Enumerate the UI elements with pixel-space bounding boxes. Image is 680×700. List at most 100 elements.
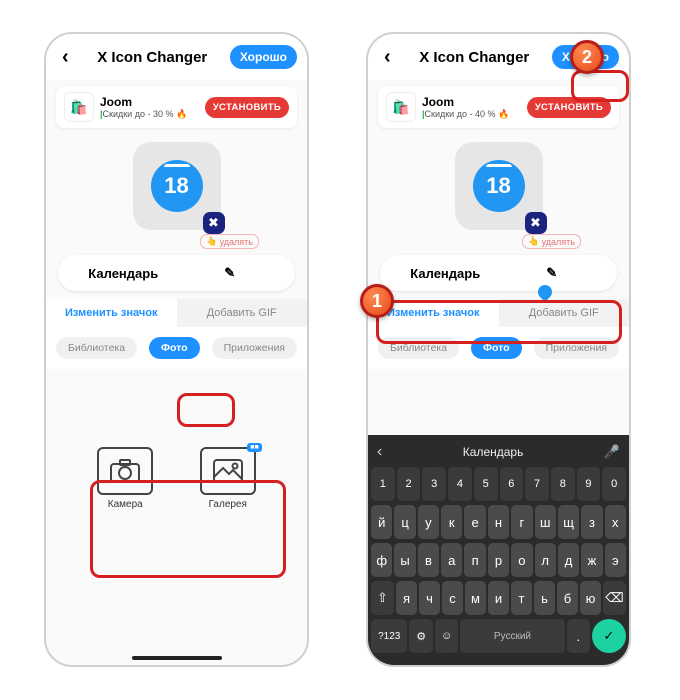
- ad-banner[interactable]: 🛍️ Joom |Скидки до - 40 % 🔥 УСТАНОВИТЬ: [378, 86, 619, 128]
- install-button[interactable]: УСТАНОВИТЬ: [527, 97, 611, 118]
- icon-preview[interactable]: 18 ✖: [455, 142, 543, 230]
- app-header: ‹ X Icon Changer Хорошо: [46, 34, 307, 80]
- tab-add-gif[interactable]: Добавить GIF: [177, 299, 308, 327]
- gallery-icon: ■■: [200, 447, 256, 495]
- phone-right: ‹ X Icon Changer Хорошо 🛍️ Joom |Скидки …: [366, 32, 631, 667]
- key-letter[interactable]: л: [535, 543, 556, 577]
- key-letter[interactable]: о: [511, 543, 532, 577]
- main-tabs: Изменить значок Добавить GIF: [46, 299, 307, 327]
- key-symbols[interactable]: ?123: [371, 619, 407, 653]
- key-letter[interactable]: с: [442, 581, 463, 615]
- tab-change-icon[interactable]: Изменить значок: [46, 299, 177, 327]
- kb-row-numbers: 1 2 3 4 5 6 7 8 9 0: [371, 467, 626, 501]
- key-letter[interactable]: щ: [558, 505, 579, 539]
- key-5[interactable]: 5: [474, 467, 498, 501]
- delete-chip[interactable]: 👆удалять: [522, 234, 581, 249]
- key-letter[interactable]: э: [605, 543, 626, 577]
- chip-apps[interactable]: Приложения: [534, 337, 619, 359]
- key-letter[interactable]: ч: [419, 581, 440, 615]
- main-tabs: Изменить значок Добавить GIF: [368, 299, 629, 327]
- key-letter[interactable]: х: [605, 505, 626, 539]
- key-letter[interactable]: я: [396, 581, 417, 615]
- key-emoji[interactable]: ☺: [435, 619, 458, 653]
- key-settings[interactable]: ⚙: [409, 619, 432, 653]
- back-button[interactable]: ‹: [56, 42, 75, 73]
- ad-subtitle: |Скидки до - 30 % 🔥: [100, 109, 205, 120]
- photo-options: Камера ■■ Галерея: [46, 427, 307, 530]
- chip-library[interactable]: Библиотека: [56, 337, 137, 359]
- icon-preview[interactable]: 18 ✖: [133, 142, 221, 230]
- key-letter[interactable]: н: [488, 505, 509, 539]
- key-6[interactable]: 6: [500, 467, 524, 501]
- key-letter[interactable]: г: [511, 505, 532, 539]
- key-dot[interactable]: .: [567, 619, 590, 653]
- camera-icon: [97, 447, 153, 495]
- key-letter[interactable]: б: [557, 581, 578, 615]
- edit-icon[interactable]: ✎: [177, 265, 284, 281]
- key-letter[interactable]: ь: [534, 581, 555, 615]
- keyboard-suggestion-bar: ‹ Календарь 🎤: [371, 441, 626, 467]
- key-letter[interactable]: т: [511, 581, 532, 615]
- key-0[interactable]: 0: [602, 467, 626, 501]
- ad-text: Joom |Скидки до - 40 % 🔥: [416, 95, 527, 120]
- app-name-field[interactable]: Календарь ✎: [380, 255, 617, 291]
- key-2[interactable]: 2: [397, 467, 421, 501]
- key-backspace[interactable]: ⌫: [603, 581, 626, 615]
- key-letter[interactable]: п: [464, 543, 485, 577]
- key-1[interactable]: 1: [371, 467, 395, 501]
- key-8[interactable]: 8: [551, 467, 575, 501]
- ad-banner[interactable]: 🛍️ Joom |Скидки до - 30 % 🔥 УСТАНОВИТЬ: [56, 86, 297, 128]
- edit-icon[interactable]: ✎: [499, 265, 606, 281]
- key-letter[interactable]: й: [371, 505, 392, 539]
- app-badge-icon: ✖: [525, 212, 547, 234]
- back-button[interactable]: ‹: [378, 42, 397, 73]
- kb-row-3: ⇧ я ч с м и т ь б ю ⌫: [371, 581, 626, 615]
- source-chips: Библиотека Фото Приложения: [368, 327, 629, 369]
- key-9[interactable]: 9: [577, 467, 601, 501]
- key-letter[interactable]: з: [581, 505, 602, 539]
- key-enter[interactable]: ✓: [592, 619, 626, 653]
- chip-library[interactable]: Библиотека: [378, 337, 459, 359]
- key-letter[interactable]: а: [441, 543, 462, 577]
- chip-photo[interactable]: Фото: [471, 337, 522, 359]
- kb-mic-icon[interactable]: 🎤: [604, 444, 620, 460]
- option-gallery[interactable]: ■■ Галерея: [189, 447, 267, 510]
- key-letter[interactable]: ю: [580, 581, 601, 615]
- key-shift[interactable]: ⇧: [371, 581, 394, 615]
- key-letter[interactable]: ф: [371, 543, 392, 577]
- ad-logo: 🛍️: [386, 92, 416, 122]
- camera-label: Камера: [108, 499, 143, 510]
- ad-title: Joom: [100, 95, 205, 109]
- install-button[interactable]: УСТАНОВИТЬ: [205, 97, 289, 118]
- callout-2: 2: [570, 40, 604, 74]
- key-letter[interactable]: е: [464, 505, 485, 539]
- chip-photo[interactable]: Фото: [149, 337, 200, 359]
- key-letter[interactable]: ж: [581, 543, 602, 577]
- key-letter[interactable]: к: [441, 505, 462, 539]
- option-camera[interactable]: Камера: [86, 447, 164, 510]
- key-letter[interactable]: ц: [394, 505, 415, 539]
- home-indicator[interactable]: [132, 656, 222, 660]
- key-letter[interactable]: м: [465, 581, 486, 615]
- ad-logo: 🛍️: [64, 92, 94, 122]
- delete-chip[interactable]: 👆удалять: [200, 234, 259, 249]
- chip-apps[interactable]: Приложения: [212, 337, 297, 359]
- key-letter[interactable]: у: [418, 505, 439, 539]
- key-3[interactable]: 3: [422, 467, 446, 501]
- kb-suggestion[interactable]: Календарь: [382, 445, 603, 459]
- key-letter[interactable]: д: [558, 543, 579, 577]
- key-space[interactable]: Русский: [460, 619, 564, 653]
- done-button[interactable]: Хорошо: [230, 45, 297, 69]
- key-letter[interactable]: р: [488, 543, 509, 577]
- ad-text: Joom |Скидки до - 30 % 🔥: [94, 95, 205, 120]
- key-letter[interactable]: ы: [394, 543, 415, 577]
- app-name-field[interactable]: Календарь ✎: [58, 255, 295, 291]
- key-7[interactable]: 7: [525, 467, 549, 501]
- key-letter[interactable]: ш: [535, 505, 556, 539]
- key-letter[interactable]: и: [488, 581, 509, 615]
- kb-row-1: й ц у к е н г ш щ з х: [371, 505, 626, 539]
- key-4[interactable]: 4: [448, 467, 472, 501]
- key-letter[interactable]: в: [418, 543, 439, 577]
- app-title: X Icon Changer: [397, 49, 552, 66]
- tab-add-gif[interactable]: Добавить GIF: [499, 299, 630, 327]
